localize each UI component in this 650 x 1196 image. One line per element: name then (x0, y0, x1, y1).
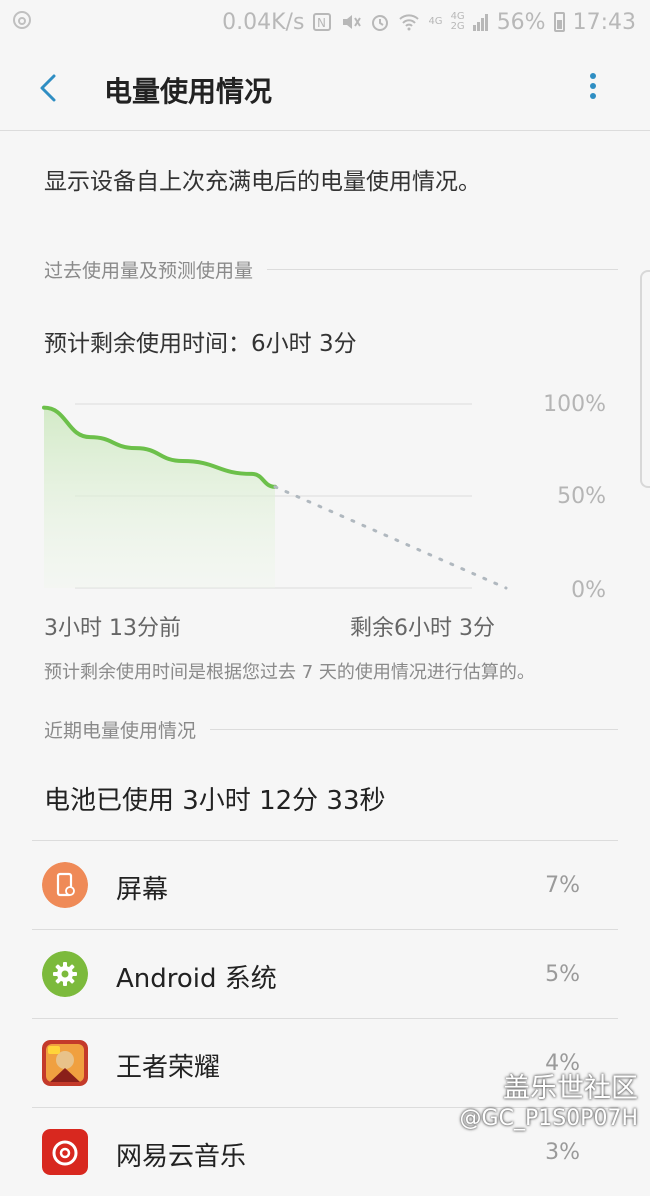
section-divider (267, 269, 618, 270)
more-options-icon[interactable] (578, 68, 608, 108)
game-icon (42, 1040, 88, 1086)
app-bar: 电量使用情况 (0, 46, 650, 131)
app-row-screen[interactable]: 屏幕 7% (0, 841, 650, 929)
section-divider (210, 729, 618, 730)
x-label-start: 3小时 13分前 (44, 616, 181, 641)
signal-icon (472, 14, 488, 31)
wifi-icon (399, 14, 420, 31)
recent-usage-heading: 近期电量使用情况 (44, 716, 618, 743)
music-icon (42, 1129, 88, 1175)
watermark-title: 盖乐世社区 (503, 1073, 638, 1104)
netease-icon (13, 11, 31, 29)
battery-used-time: 电池已使用 3小时 12分 33秒 (44, 786, 386, 816)
mute-icon (343, 15, 362, 29)
gear-icon (42, 951, 88, 997)
clock: 17:43 (572, 9, 636, 35)
battery-percent: 56% (496, 9, 546, 35)
app-name: 王者荣耀 (116, 1053, 221, 1083)
app-name: 屏幕 (116, 875, 169, 905)
description-text: 显示设备自上次充满电后的电量使用情况。 (44, 169, 481, 195)
series-line-forecast (273, 485, 508, 590)
battery-icon (553, 12, 565, 32)
app-percent: 7% (545, 873, 580, 898)
y-tick-label: 0% (571, 578, 606, 603)
page-title: 电量使用情况 (104, 75, 273, 108)
network-speed: 0.04K/s (222, 9, 305, 35)
estimated-remaining-time: 预计剩余使用时间：6小时 3分 (44, 331, 357, 357)
estimate-note: 预计剩余使用时间是根据您过去 7 天的使用情况进行估算的。 (44, 662, 535, 683)
battery-chart: 100% 50% 0% (0, 380, 650, 610)
y-tick-label: 100% (543, 392, 606, 417)
nfc-icon: N (313, 13, 332, 31)
back-arrow-icon[interactable] (30, 68, 70, 108)
app-percent: 5% (545, 962, 580, 987)
app-name: Android 系统 (116, 964, 277, 994)
screen-icon (42, 862, 88, 908)
network-type-2: 4G 2G (450, 11, 465, 32)
past-usage-heading: 过去使用量及预测使用量 (44, 256, 618, 283)
recent-usage-heading-label: 近期电量使用情况 (44, 720, 197, 742)
watermark-handle: @GC_P1S0P07H (459, 1106, 638, 1131)
status-bar: 0.04K/s N 4G 4G 2G 56% 17:43 (0, 0, 650, 46)
app-row-android-system[interactable]: Android 系统 5% (0, 930, 650, 1018)
past-usage-heading-label: 过去使用量及预测使用量 (44, 260, 254, 282)
app-name: 网易云音乐 (116, 1142, 247, 1172)
network-type: 4G (428, 16, 443, 27)
y-tick-label: 50% (557, 484, 606, 509)
svg-text:N: N (317, 16, 326, 30)
app-percent: 3% (545, 1140, 580, 1165)
alarm-icon (372, 15, 389, 31)
x-label-end: 剩余6小时 3分 (350, 616, 495, 641)
scrollbar[interactable] (640, 270, 650, 488)
